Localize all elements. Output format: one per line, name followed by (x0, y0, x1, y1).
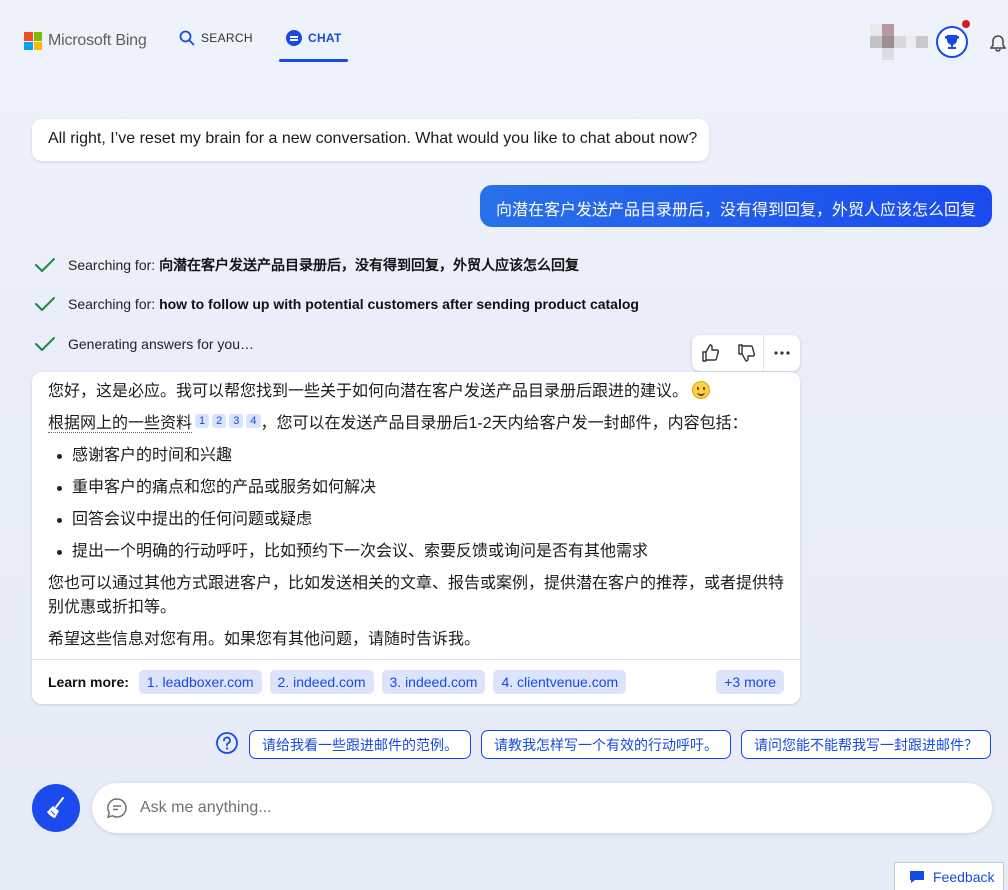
suggestion-button-3[interactable]: 请问您能不能帮我写一封跟进邮件？ (741, 730, 991, 759)
generating-status: Generating answers for you… (34, 335, 254, 353)
source-prefix[interactable]: 根据网上的一些资料 (48, 415, 193, 433)
chat-prompt-icon (106, 798, 127, 819)
citation-2[interactable]: 2 (212, 414, 227, 428)
status-prefix: Generating answers for you… (68, 336, 254, 352)
tab-chat[interactable]: CHAT (286, 30, 342, 46)
status-query: how to follow up with potential customer… (159, 296, 639, 312)
active-tab-indicator (279, 59, 348, 62)
list-item: 重申客户的痛点和您的产品或服务如何解决 (48, 476, 784, 500)
source-link-2[interactable]: 2. indeed.com (269, 670, 374, 694)
bing-logo[interactable]: Microsoft Bing (24, 32, 147, 50)
answer-intro: 您好，这是必应。我可以帮您找到一些关于如何向潜在客户发送产品目录册后跟进的建议。 (48, 380, 784, 404)
more-horizontal-icon (774, 351, 790, 355)
checkmark-icon (35, 258, 55, 272)
smile-emoji-icon (692, 381, 711, 399)
citation-1[interactable]: 1 (195, 414, 210, 428)
notification-dot (962, 20, 970, 28)
list-item: 提出一个明确的行动呼吁，比如预约下一次会议、索要反馈或询问是否有其他需求 (48, 540, 784, 564)
checkmark-icon (35, 297, 55, 311)
suggestion-button-2[interactable]: 请教我怎样写一个有效的行动呼吁。 (481, 730, 731, 759)
trophy-icon (945, 35, 959, 49)
message-reactions (692, 335, 800, 371)
search-status-1: Searching for: 向潜在客户发送产品目录册后，没有得到回复，外贸人应… (34, 255, 579, 275)
suggestions-help-button[interactable] (215, 731, 239, 760)
tab-search[interactable]: SEARCH (179, 30, 253, 46)
answer-paragraph-3: 希望这些信息对您有用。如果您有其他问题，请随时告诉我。 (48, 631, 481, 648)
list-item: 回答会议中提出的任何问题或疑虑 (48, 508, 784, 532)
avatar[interactable] (870, 24, 928, 60)
tab-chat-label: CHAT (308, 31, 342, 45)
rewards-button[interactable] (936, 26, 968, 58)
notifications-button[interactable] (989, 34, 1007, 57)
thumbs-down-icon (737, 344, 755, 362)
thumbs-up-icon (702, 344, 719, 362)
status-prefix: Searching for: (68, 296, 160, 312)
feedback-button[interactable]: Feedback (894, 862, 1004, 890)
citation-4[interactable]: 4 (246, 414, 261, 428)
source-suffix: ，您可以在发送产品目录册后1-2天内给客户发一封邮件，内容包括： (260, 415, 748, 432)
answer-source-line: 根据网上的一些资料 1 2 3 4 ，您可以在发送产品目录册后1-2天内给客户发一封邮件，… (48, 412, 784, 436)
question-circle-icon (216, 732, 238, 754)
tab-search-label: SEARCH (201, 31, 253, 45)
chat-bubble-icon (286, 30, 302, 46)
search-icon (179, 30, 195, 46)
learn-more-bar: Learn more: 1. leadboxer.com 2. indeed.c… (32, 659, 800, 704)
status-prefix: Searching for: (68, 257, 160, 273)
status-query: 向潜在客户发送产品目录册后，没有得到回复，外贸人应该怎么回复 (159, 257, 580, 273)
user-message: 向潜在客户发送产品目录册后，没有得到回复，外贸人应该怎么回复 (480, 185, 992, 227)
citation-3[interactable]: 3 (229, 414, 244, 428)
bot-greeting-message: All right, I’ve reset my brain for a new… (32, 119, 709, 161)
source-link-1[interactable]: 1. leadboxer.com (138, 670, 262, 694)
logo-text: Microsoft Bing (48, 32, 147, 49)
dislike-button[interactable] (728, 335, 764, 371)
feedback-icon (910, 870, 924, 883)
header: Microsoft Bing SEARCH CHAT (0, 0, 1008, 70)
microsoft-logo-icon (24, 32, 42, 50)
bot-answer-card: 您好，这是必应。我可以帮您找到一些关于如何向潜在客户发送产品目录册后跟进的建议。… (32, 372, 800, 704)
suggestion-button-1[interactable]: 请给我看一些跟进邮件的范例。 (249, 730, 471, 759)
search-status-2: Searching for: how to follow up with pot… (34, 295, 639, 313)
feedback-label: Feedback (933, 868, 995, 885)
answer-intro-text: 您好，这是必应。我可以帮您找到一些关于如何向潜在客户发送产品目录册后跟进的建议。 (48, 383, 689, 400)
broom-icon (47, 797, 64, 818)
new-topic-button[interactable] (32, 784, 80, 832)
source-link-3[interactable]: 3. indeed.com (381, 670, 486, 694)
list-item: 感谢客户的时间和兴趣 (48, 444, 784, 468)
source-link-4[interactable]: 4. clientvenue.com (493, 670, 627, 694)
chat-input-box[interactable] (92, 783, 992, 833)
learn-more-label: Learn more: (48, 674, 129, 690)
more-sources-button[interactable]: +3 more (716, 670, 784, 694)
like-button[interactable] (692, 335, 728, 371)
more-options-button[interactable] (764, 335, 800, 371)
bell-icon (989, 35, 1007, 52)
answer-bullet-list: 感谢客户的时间和兴趣 重申客户的痛点和您的产品或服务如何解决 回答会议中提出的任… (48, 444, 784, 564)
chat-input[interactable] (140, 799, 940, 817)
checkmark-icon (35, 337, 55, 351)
answer-paragraph-2: 您也可以通过其他方式跟进客户，比如发送相关的文章、报告或案例，提供潜在客户的推荐… (48, 575, 785, 616)
